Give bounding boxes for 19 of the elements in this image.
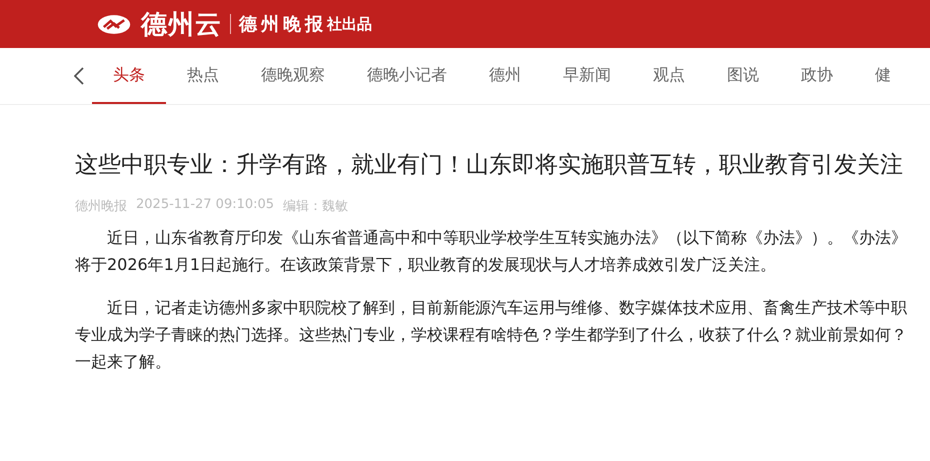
nav-tab[interactable]: 德晚小记者 [346,48,468,104]
article-time: 2025-11-27 09:10:05 [136,197,274,214]
brand-name: 德州云 [141,8,222,42]
nav-tab[interactable]: 德州 [468,48,542,104]
nav-tab[interactable]: 图说 [706,48,780,104]
article-editor: 编辑：魏敏 [283,198,348,215]
publisher-note: 社出品 [327,14,372,34]
nav-tab[interactable]: 健 [854,48,912,104]
article-source: 德州晚报 [75,198,127,215]
article-title: 这些中职专业：升学有路，就业有门！山东即将实施职普互转，职业教育引发关注 [75,151,904,180]
nav-tab[interactable]: 德晚观察 [240,48,346,104]
nav-tab[interactable]: 观点 [632,48,706,104]
publisher-name: 德州晚报 [239,13,327,36]
article-paragraph: 近日，记者走访德州多家中职院校了解到，目前新能源汽车运用与维修、数字媒体技术应用、畜禽生产技术等中职专业成为学子青睐的热门选择。这些热门专业，学校课程有啥特色？学生都学到了什么，收获了什么？就业前景如何？一起来了解。 [75,297,908,373]
nav-tab[interactable]: 政协 [780,48,854,104]
nav-tab[interactable]: 早新闻 [542,48,632,104]
article-paragraph: 近日，山东省教育厅印发《山东省普通高中和中等职业学校学生互转实施办法》（以下简称《办法》）。《办法》将于2026年1月1日起施行。在该政策背景下，职业教育的发展现状与人才培养成效引发广泛关注。 [75,227,908,276]
nav-tab[interactable]: 头条 [92,48,166,104]
nav-tab[interactable]: 热点 [166,48,240,104]
